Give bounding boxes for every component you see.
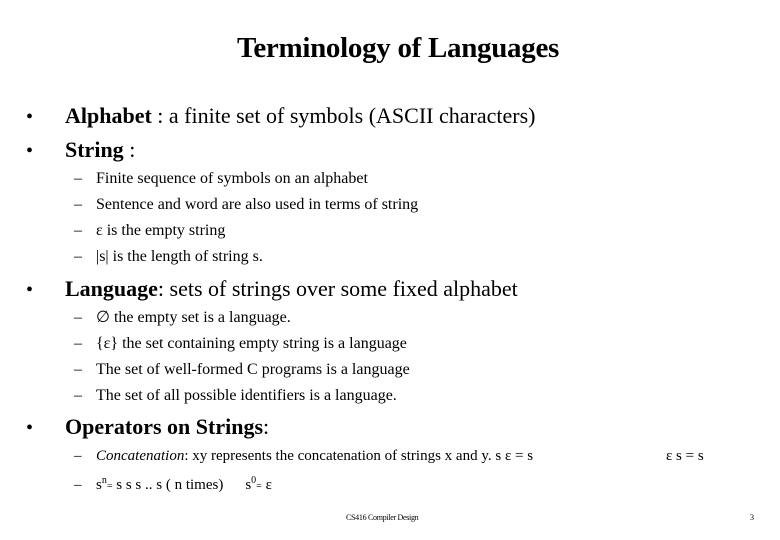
power-rhs: s s s .. s ( n times) xyxy=(112,477,224,493)
footer-course: CS416 Compiler Design xyxy=(346,513,419,522)
subitem-text: The set of well-formed C programs is a l… xyxy=(96,361,410,378)
string-colon: : xyxy=(123,137,136,162)
string-subitem: – |s| is the length of string s. xyxy=(74,244,263,270)
bullet-language: • Language: sets of strings over some fix… xyxy=(26,275,518,304)
footer-page-number: 3 xyxy=(750,513,754,522)
term-alphabet: Alphabet xyxy=(65,103,152,128)
dash-glyph: – xyxy=(74,170,82,187)
string-subitem: – Finite sequence of symbols on an alphab… xyxy=(74,166,368,192)
bullet-glyph: • xyxy=(26,140,34,162)
subitem-text: ∅ the empty set is a language. xyxy=(96,309,291,326)
language-subitem: – ∅ the empty set is a language. xyxy=(74,305,291,331)
term-string: String xyxy=(65,137,124,162)
dash-glyph: – xyxy=(74,448,82,464)
term-operators: Operators on Strings xyxy=(65,414,263,439)
operators-colon: : xyxy=(263,414,270,439)
language-definition: : sets of strings over some fixed alphab… xyxy=(157,276,518,301)
subitem-text: {ε} the set containing empty string is a… xyxy=(96,335,407,352)
bullet-operators: • Operators on Strings: xyxy=(26,413,269,442)
bullet-alphabet: • Alphabet : a finite set of symbols (ASC… xyxy=(26,102,535,131)
string-subitem: – Sentence and word are also used in term… xyxy=(74,192,418,218)
subitem-text: |s| is the length of string s. xyxy=(96,248,263,265)
concatenation-text: : xy represents the concatenation of str… xyxy=(184,448,534,464)
dash-glyph: – xyxy=(74,248,82,265)
language-subitem: – The set of all possible identifiers is … xyxy=(74,383,397,409)
dash-glyph: – xyxy=(74,477,82,493)
bullet-glyph: • xyxy=(26,279,34,301)
subitem-text: The set of all possible identifiers is a… xyxy=(96,387,397,404)
power-zero-rhs: ε xyxy=(261,477,272,493)
bullet-string: • String : xyxy=(26,136,135,165)
language-subitem: – {ε} the set containing empty string is … xyxy=(74,331,407,357)
subitem-text: Finite sequence of symbols on an alphabe… xyxy=(96,170,368,187)
string-subitem: – ε is the empty string xyxy=(74,218,225,244)
concatenation-subitem: – Concatenation: xy represents the concat… xyxy=(74,443,533,469)
identity-text: ε s = s xyxy=(666,448,704,464)
alphabet-definition: : a finite set of symbols (ASCII charact… xyxy=(151,103,536,128)
slide-title: Terminology of Languages xyxy=(236,32,560,64)
language-subitem: – The set of well-formed C programs is a … xyxy=(74,357,410,383)
bullet-glyph: • xyxy=(26,106,34,128)
bullet-glyph: • xyxy=(26,417,34,439)
dash-glyph: – xyxy=(74,387,82,404)
concatenation-label: Concatenation xyxy=(96,448,185,464)
dash-glyph: – xyxy=(74,309,82,326)
power-subitem: – sn= s s s .. s ( n times) s0= ε xyxy=(74,468,272,500)
dash-glyph: – xyxy=(74,196,82,213)
dash-glyph: – xyxy=(74,335,82,352)
dash-glyph: – xyxy=(74,361,82,378)
subitem-text: ε is the empty string xyxy=(96,222,226,239)
term-language: Language xyxy=(65,276,158,301)
concatenation-identity-right: ε s = s xyxy=(666,443,704,469)
subitem-text: Sentence and word are also used in terms… xyxy=(96,196,419,213)
dash-glyph: – xyxy=(74,222,82,239)
